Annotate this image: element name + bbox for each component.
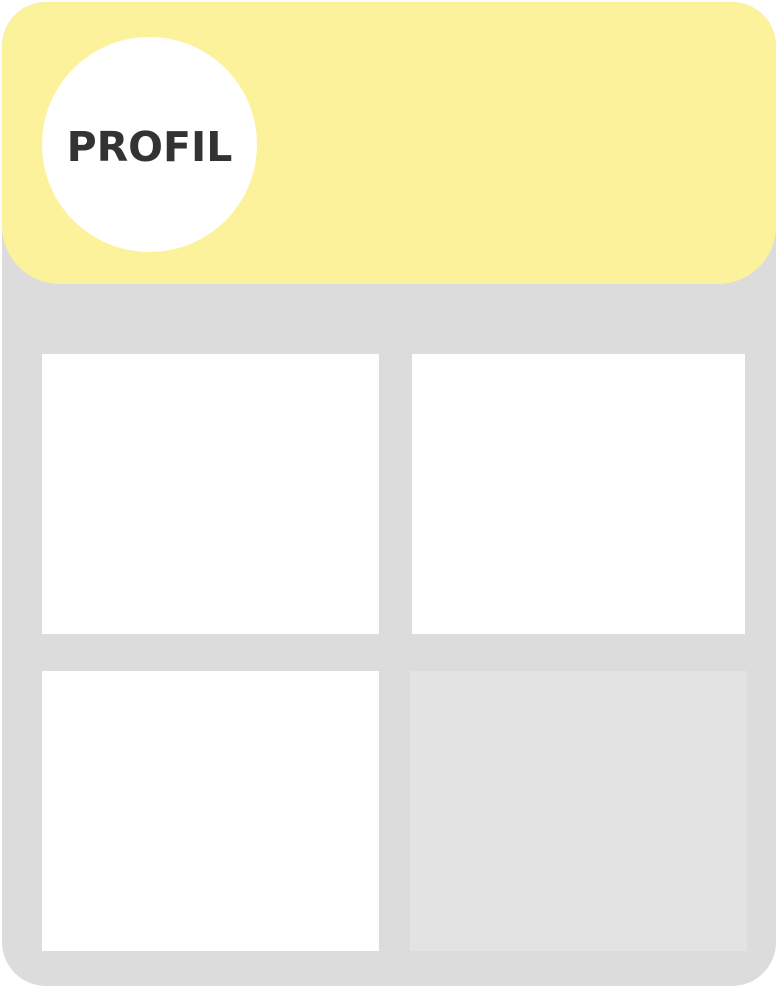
grid-tile-2[interactable] (412, 354, 745, 634)
profile-card: PROFIL (2, 2, 776, 986)
grid-tile-3[interactable] (42, 671, 379, 951)
grid-tile-4[interactable] (410, 671, 747, 951)
profile-header: PROFIL (2, 2, 776, 284)
grid-tile-1[interactable] (42, 354, 379, 634)
profile-label: PROFIL (66, 122, 233, 171)
profile-avatar[interactable]: PROFIL (42, 37, 257, 252)
